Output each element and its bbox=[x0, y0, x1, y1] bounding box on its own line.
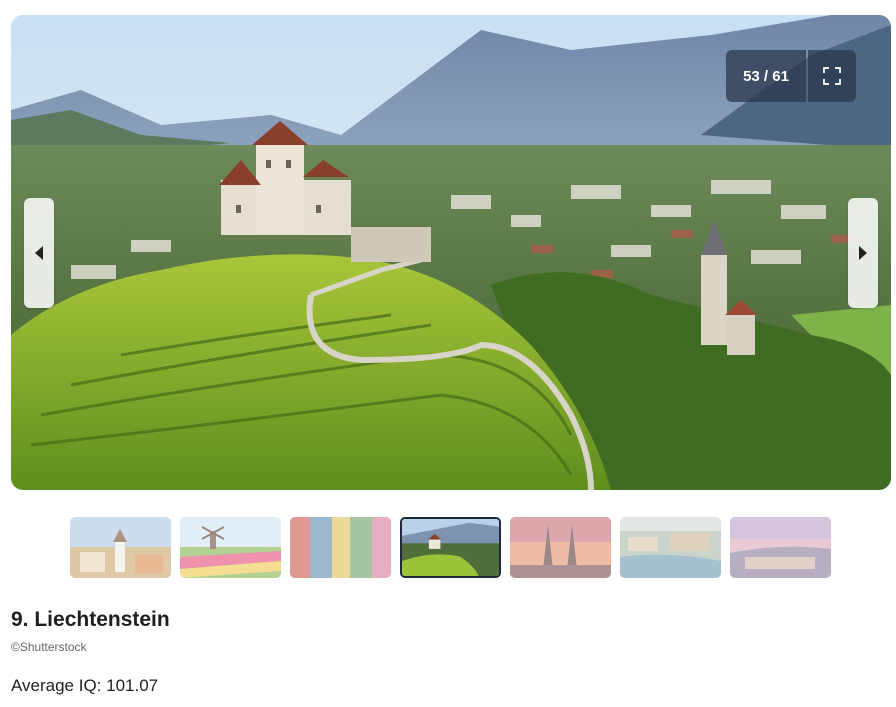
thumbnail-strip bbox=[70, 517, 831, 578]
thumbnail-town[interactable] bbox=[70, 517, 171, 578]
thumbnail-image bbox=[70, 517, 171, 578]
thumbnail-image bbox=[730, 517, 831, 578]
counter-group: 53 / 61 bbox=[726, 50, 856, 102]
fullscreen-icon bbox=[823, 67, 841, 85]
thumbnail-cathedral[interactable] bbox=[510, 517, 611, 578]
image-gallery: 53 / 61 bbox=[11, 15, 891, 490]
average-iq-stat: Average IQ: 101.07 bbox=[11, 676, 159, 695]
slide-counter: 53 / 61 bbox=[726, 50, 806, 102]
thumbnail-castle[interactable] bbox=[400, 517, 501, 578]
thumbnail-tulips[interactable] bbox=[180, 517, 281, 578]
thumbnail-facades[interactable] bbox=[290, 517, 391, 578]
thumbnail-image bbox=[510, 517, 611, 578]
thumbnail-image bbox=[402, 519, 499, 576]
next-button[interactable] bbox=[848, 198, 878, 308]
thumbnail-image bbox=[180, 517, 281, 578]
thumbnail-image bbox=[620, 517, 721, 578]
article-title: 9. Liechtenstein bbox=[11, 608, 170, 631]
photo-credit: ©Shutterstock bbox=[11, 640, 87, 654]
thumbnail-image bbox=[290, 517, 391, 578]
thumbnail-dusk-city[interactable] bbox=[730, 517, 831, 578]
previous-button[interactable] bbox=[24, 198, 54, 308]
chevron-left-icon bbox=[35, 246, 43, 260]
fullscreen-button[interactable] bbox=[808, 50, 856, 102]
thumbnail-coastal-city[interactable] bbox=[620, 517, 721, 578]
chevron-right-icon bbox=[859, 246, 867, 260]
